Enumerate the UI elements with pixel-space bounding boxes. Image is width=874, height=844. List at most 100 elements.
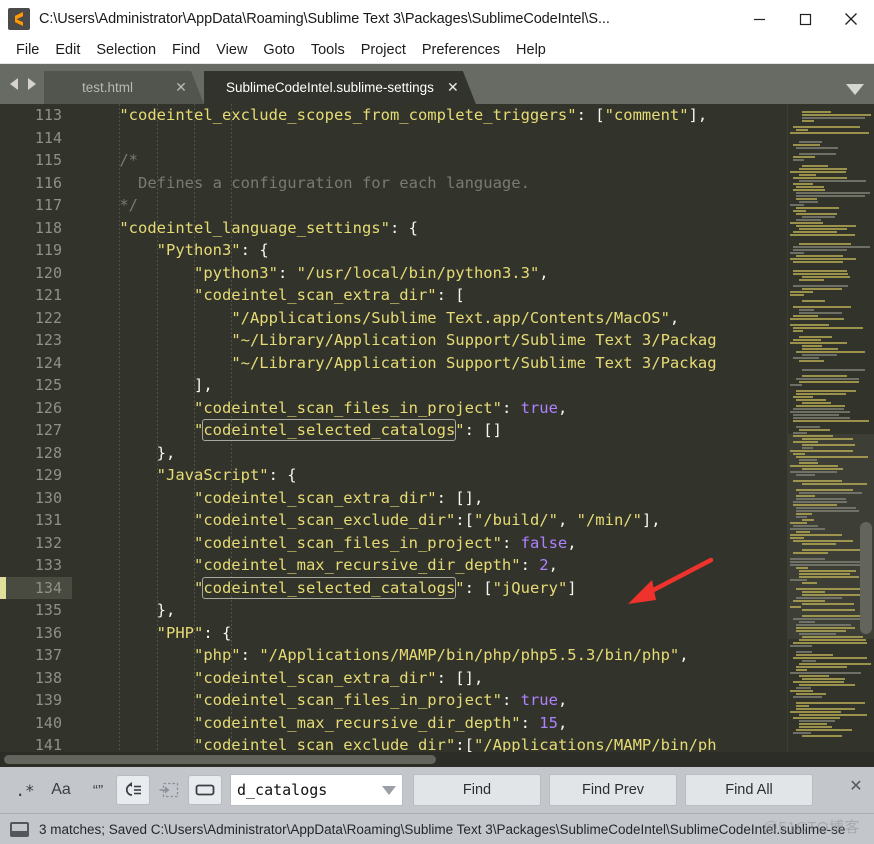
find-prev-button[interactable]: Find Prev <box>549 774 677 806</box>
code-text[interactable]: "codeintel_scan_files_in_project": false… <box>72 532 577 555</box>
code-text[interactable]: "codeintel_scan_extra_dir": [ <box>72 284 465 307</box>
case-sensitive-toggle[interactable]: Aa <box>44 775 78 805</box>
code-line[interactable]: 126 "codeintel_scan_files_in_project": t… <box>0 397 787 420</box>
code-text[interactable]: "codeintel_selected_catalogs": [] <box>72 419 502 442</box>
menu-item-preferences[interactable]: Preferences <box>414 38 508 63</box>
code-lines[interactable]: 113 "codeintel_exclude_scopes_from_compl… <box>0 104 787 757</box>
search-input[interactable]: d_catalogs <box>231 781 376 799</box>
chevron-right-icon[interactable] <box>25 76 38 92</box>
code-line[interactable]: 135 }, <box>0 599 787 622</box>
horizontal-scrollbar-thumb[interactable] <box>4 755 436 764</box>
code-text[interactable]: "JavaScript": { <box>72 464 297 487</box>
code-text[interactable]: "codeintel_scan_exclude_dir":["/build/",… <box>72 509 661 532</box>
code-line[interactable]: 119 "Python3": { <box>0 239 787 262</box>
code-line[interactable]: 131 "codeintel_scan_exclude_dir":["/buil… <box>0 509 787 532</box>
minimap-line <box>796 702 866 704</box>
maximize-button[interactable] <box>782 0 828 38</box>
code-text[interactable]: "codeintel_scan_files_in_project": true, <box>72 397 567 420</box>
menu-item-goto[interactable]: Goto <box>255 38 302 63</box>
code-line[interactable]: 138 "codeintel_scan_extra_dir": [], <box>0 667 787 690</box>
code-line[interactable]: 121 "codeintel_scan_extra_dir": [ <box>0 284 787 307</box>
code-text[interactable]: "codeintel_scan_files_in_project": true, <box>72 689 567 712</box>
whole-word-toggle[interactable]: “ ” <box>80 775 114 805</box>
tab-close-icon[interactable]: ✕ <box>172 79 190 96</box>
minimize-button[interactable] <box>736 0 782 38</box>
code-text[interactable]: "~/Library/Application Support/Sublime T… <box>72 329 716 352</box>
highlight-results-toggle[interactable] <box>188 775 222 805</box>
code-line[interactable]: 137 "php": "/Applications/MAMP/bin/php/p… <box>0 644 787 667</box>
chevron-left-icon[interactable] <box>8 76 21 92</box>
code-text[interactable]: "codeintel_scan_extra_dir": [], <box>72 487 483 510</box>
regex-toggle[interactable]: .* <box>8 775 42 805</box>
code-line[interactable]: 127 "codeintel_selected_catalogs": [] <box>0 419 787 442</box>
menu-item-find[interactable]: Find <box>164 38 208 63</box>
find-all-button[interactable]: Find All <box>685 774 813 806</box>
line-number: 120 <box>34 263 62 282</box>
code-line[interactable]: 136 "PHP": { <box>0 622 787 645</box>
code-text[interactable]: "Python3": { <box>72 239 269 262</box>
menu-item-file[interactable]: File <box>8 38 47 63</box>
tab-sublimecodeintel-settings[interactable]: SublimeCodeIntel.sublime-settings ✕ <box>204 71 476 104</box>
code-text[interactable]: "php": "/Applications/MAMP/bin/php/php5.… <box>72 644 689 667</box>
vertical-scrollbar-thumb[interactable] <box>860 522 872 634</box>
code-line[interactable]: 123 "~/Library/Application Support/Subli… <box>0 329 787 352</box>
code-text[interactable]: "/Applications/Sublime Text.app/Contents… <box>72 307 679 330</box>
code-text[interactable]: ], <box>72 374 213 397</box>
code-text[interactable]: "codeintel_max_recursive_dir_depth": 15, <box>72 712 567 735</box>
code-line[interactable]: 117 */ <box>0 194 787 217</box>
code-line[interactable]: 133 "codeintel_max_recursive_dir_depth":… <box>0 554 787 577</box>
code-line[interactable]: 120 "python3": "/usr/local/bin/python3.3… <box>0 262 787 285</box>
menu-item-project[interactable]: Project <box>353 38 414 63</box>
code-line[interactable]: 129 "JavaScript": { <box>0 464 787 487</box>
code-line[interactable]: 128 }, <box>0 442 787 465</box>
code-text[interactable]: */ <box>72 194 138 217</box>
code-line[interactable]: 132 "codeintel_scan_files_in_project": f… <box>0 532 787 555</box>
code-text[interactable]: "python3": "/usr/local/bin/python3.3", <box>72 262 549 285</box>
code-text[interactable]: }, <box>72 442 176 465</box>
code-text[interactable]: }, <box>72 599 176 622</box>
menu-item-help[interactable]: Help <box>508 38 554 63</box>
minimap-line <box>793 156 816 158</box>
code-text[interactable]: "PHP": { <box>72 622 232 645</box>
code-line[interactable]: 130 "codeintel_scan_extra_dir": [], <box>0 487 787 510</box>
tab-close-icon[interactable]: ✕ <box>444 79 462 96</box>
code-line[interactable]: 113 "codeintel_exclude_scopes_from_compl… <box>0 104 787 127</box>
horizontal-scrollbar[interactable] <box>0 752 874 766</box>
vertical-scrollbar[interactable] <box>860 104 872 766</box>
code-line[interactable]: 134 "codeintel_selected_catalogs": ["jQu… <box>0 576 787 600</box>
code-text[interactable]: "codeintel_language_settings": { <box>72 217 418 240</box>
code-line[interactable]: 140 "codeintel_max_recursive_dir_depth":… <box>0 712 787 735</box>
code-text[interactable]: "codeintel_selected_catalogs": ["jQuery"… <box>72 576 577 600</box>
menu-item-edit[interactable]: Edit <box>47 38 88 63</box>
code-line[interactable]: 116 Defines a configuration for each lan… <box>0 172 787 195</box>
code-line[interactable]: 114 <box>0 127 787 150</box>
code-line[interactable]: 122 "/Applications/Sublime Text.app/Cont… <box>0 307 787 330</box>
close-find-bar-button[interactable]: ✕ <box>846 776 866 796</box>
code-line[interactable]: 115 /* <box>0 149 787 172</box>
panel-icon[interactable] <box>10 821 29 837</box>
code-viewport[interactable]: 113 "codeintel_exclude_scopes_from_compl… <box>0 104 787 766</box>
tab-test-html[interactable]: test.html ✕ <box>44 71 204 104</box>
code-text[interactable]: "codeintel_scan_extra_dir": [], <box>72 667 483 690</box>
menu-item-view[interactable]: View <box>208 38 255 63</box>
minimap-line <box>796 456 868 458</box>
wrap-toggle[interactable] <box>116 775 150 805</box>
chevron-down-icon[interactable] <box>846 84 864 95</box>
chevron-down-icon[interactable] <box>376 785 402 795</box>
code-line[interactable]: 125 ], <box>0 374 787 397</box>
code-line[interactable]: 118 "codeintel_language_settings": { <box>0 217 787 240</box>
menu-item-tools[interactable]: Tools <box>303 38 353 63</box>
find-button[interactable]: Find <box>413 774 541 806</box>
menu-item-selection[interactable]: Selection <box>88 38 164 63</box>
minimap-line <box>796 129 808 131</box>
close-button[interactable] <box>828 0 874 38</box>
code-line[interactable]: 124 "~/Library/Application Support/Subli… <box>0 352 787 375</box>
code-text[interactable]: "codeintel_max_recursive_dir_depth": 2, <box>72 554 558 577</box>
in-selection-toggle[interactable] <box>152 775 186 805</box>
code-text[interactable]: /* <box>72 149 138 172</box>
code-line[interactable]: 139 "codeintel_scan_files_in_project": t… <box>0 689 787 712</box>
code-text[interactable]: "codeintel_exclude_scopes_from_complete_… <box>72 104 707 127</box>
code-text[interactable]: "~/Library/Application Support/Sublime T… <box>72 352 716 375</box>
code-text[interactable]: Defines a configuration for each languag… <box>72 172 530 195</box>
find-input-wrap[interactable]: d_catalogs <box>230 774 403 806</box>
